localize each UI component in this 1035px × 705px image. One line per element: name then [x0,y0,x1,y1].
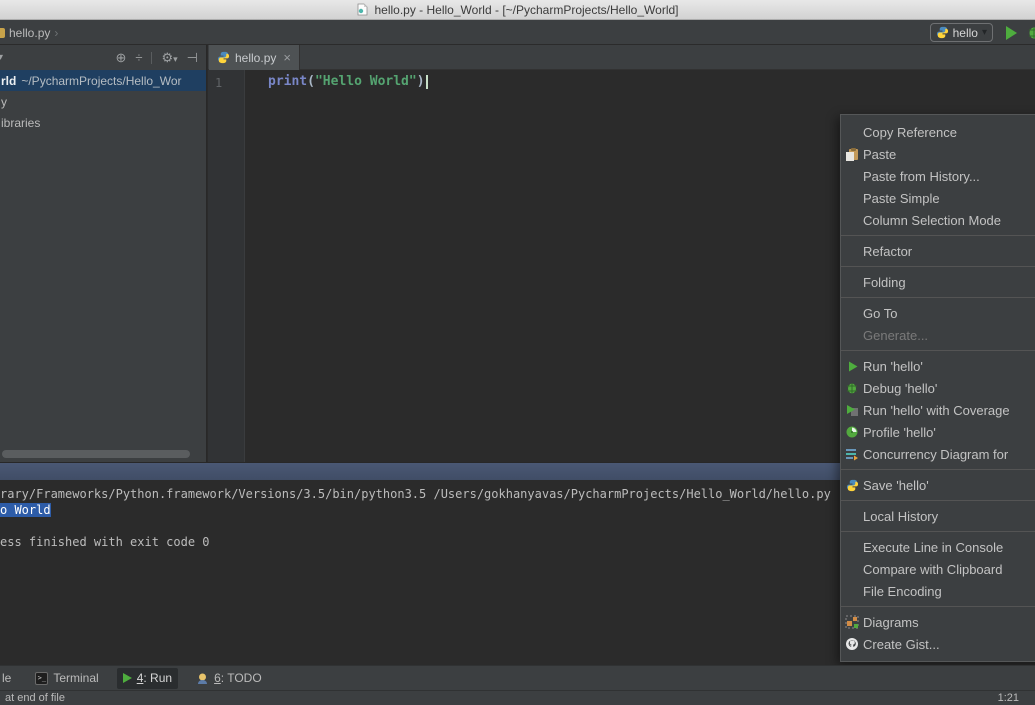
diagrams-icon [841,615,863,629]
concurrency-diagram-icon [841,447,863,461]
debug-button[interactable] [1027,25,1035,40]
editor-gutter: 1 [208,70,245,462]
locate-icon[interactable]: ⊕ [115,50,126,66]
settings-gear-icon[interactable]: ⚙▾ [161,50,177,66]
tab-hello-py[interactable]: hello.py × [209,45,300,70]
project-name: rld [1,74,16,88]
chevron-right-icon: › [54,26,58,40]
code-line[interactable]: print("Hello World") [268,74,428,89]
navigation-bar: hello.py › hello ▾ [0,20,1035,45]
menu-item-create-gist[interactable]: Create Gist... [841,633,1035,655]
run-configuration-name: hello [953,26,978,40]
menu-separator [841,297,1035,298]
menu-item-local-history[interactable]: Local History [841,505,1035,527]
horizontal-scrollbar[interactable] [2,450,190,458]
project-panel-toolbar: ▾ ⊕ ÷ ⚙▾ ⊣ [0,45,206,70]
python-icon [841,479,863,492]
code-paren-open: ( [307,74,315,89]
breadcrumb-file[interactable]: hello.py [9,26,50,40]
run-button[interactable] [1006,26,1017,40]
menu-item-concurrency-diagram[interactable]: Concurrency Diagram for [841,443,1035,465]
menu-separator [841,606,1035,607]
menu-item-refactor[interactable]: Refactor [841,240,1035,262]
terminal-icon: >_ [35,672,48,685]
run-icon [841,360,863,373]
code-string: "Hello World" [315,74,417,89]
chevron-down-icon: ▾ [982,27,987,38]
status-bar: at end of file 1:21 [0,690,1035,705]
titlebar: hello.py - Hello_World - [~/PycharmProje… [0,0,1035,20]
menu-item-generate: Generate... [841,324,1035,346]
menu-item-go-to[interactable]: Go To [841,302,1035,324]
folder-icon [0,28,5,38]
editor-tab-bar: hello.py × [208,45,1035,70]
hide-panel-icon[interactable]: ⊣ [187,50,198,66]
project-tree-file[interactable]: y [0,91,206,112]
python-icon [936,26,949,39]
menu-item-save-hello[interactable]: Save 'hello' [841,474,1035,496]
menu-item-debug-hello[interactable]: Debug 'hello' [841,377,1035,399]
menu-separator [841,469,1035,470]
code-paren-close: ) [417,74,425,89]
menu-item-run-hello-with-coverage[interactable]: Run 'hello' with Coverage [841,399,1035,421]
editor-context-menu: Copy Reference Paste Paste from History.… [840,114,1035,662]
menu-item-column-selection-mode[interactable]: Column Selection Mode [841,209,1035,231]
menu-item-run-hello[interactable]: Run 'hello' [841,355,1035,377]
menu-item-copy-reference[interactable]: Copy Reference [841,121,1035,143]
code-keyword: print [268,74,307,89]
menu-item-file-encoding[interactable]: File Encoding [841,580,1035,602]
caret-position-indicator[interactable]: 1:21 [998,692,1019,704]
menu-separator [841,235,1035,236]
collapse-all-icon[interactable]: ÷ [135,50,142,65]
profiler-icon [841,425,863,439]
run-configuration-select[interactable]: hello ▾ [930,23,993,42]
toolwindow-button-partial[interactable]: le [2,671,11,685]
menu-item-compare-with-clipboard[interactable]: Compare with Clipboard [841,558,1035,580]
toolbar-separator [151,52,152,64]
close-icon[interactable]: × [283,50,291,65]
line-number: 1 [208,70,244,90]
text-caret [426,75,428,89]
toolwindow-button-todo[interactable]: 6: TODO [190,668,268,689]
project-panel: ▾ ⊕ ÷ ⚙▾ ⊣ rld ~/PycharmProjects/Hello_W… [0,45,207,462]
todo-icon [196,672,209,685]
menu-item-paste[interactable]: Paste [841,143,1035,165]
menu-item-profile-hello[interactable]: Profile 'hello' [841,421,1035,443]
toolwindow-button-terminal[interactable]: >_ Terminal [29,668,104,689]
menu-item-execute-line-in-console[interactable]: Execute Line in Console [841,536,1035,558]
tab-title: hello.py [235,51,276,65]
project-tree-external-libraries[interactable]: ibraries [0,112,206,133]
github-icon [841,637,863,651]
file-icon [356,3,369,16]
toolwindow-bar: le >_ Terminal 4: Run 6: TODO [0,665,1035,690]
project-path: ~/PycharmProjects/Hello_Wor [21,74,181,88]
menu-item-folding[interactable]: Folding [841,271,1035,293]
toolwindow-button-run[interactable]: 4: Run [117,668,178,689]
menu-item-paste-from-history[interactable]: Paste from History... [841,165,1035,187]
chevron-down-icon: ▾ [0,52,3,63]
breadcrumb[interactable]: hello.py › [0,20,58,45]
paste-icon [841,147,863,161]
menu-item-diagrams[interactable]: Diagrams [841,611,1035,633]
project-tree-root-selected[interactable]: rld ~/PycharmProjects/Hello_Wor [0,70,206,91]
menu-separator [841,531,1035,532]
menu-item-paste-simple[interactable]: Paste Simple [841,187,1035,209]
window-title: hello.py - Hello_World - [~/PycharmProje… [374,3,678,17]
coverage-icon [841,403,863,417]
selected-output-text: o World [0,503,51,517]
menu-separator [841,266,1035,267]
menu-separator [841,500,1035,501]
status-message: at end of file [5,692,65,704]
pycharm-window: hello.py - Hello_World - [~/PycharmProje… [0,0,1035,705]
debug-icon [841,381,863,395]
menu-separator [841,350,1035,351]
run-icon [123,673,132,683]
python-icon [217,51,230,64]
